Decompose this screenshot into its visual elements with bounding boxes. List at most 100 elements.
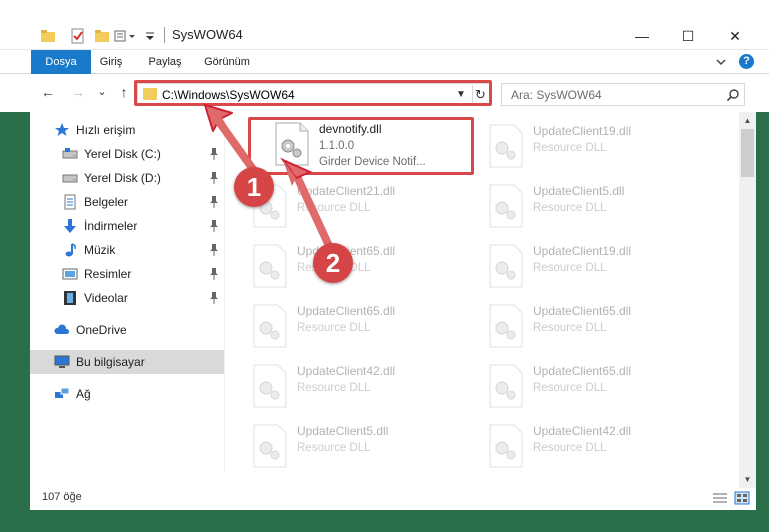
sidebar-item-label: Ağ [76,387,91,401]
file-description: Resource DLL [533,322,607,334]
search-icon[interactable] [726,88,740,102]
tab-home[interactable]: Giriş [94,50,128,74]
tab-share[interactable]: Paylaş [144,50,186,74]
file-description: Resource DLL [297,382,371,394]
file-name: UpdateClient19.dll [533,124,632,138]
close-button[interactable]: ✕ [712,22,758,50]
file-tile[interactable]: UpdateClient42.dll Resource DLL [461,418,691,472]
videos-icon [64,291,76,305]
file-tile[interactable]: UpdateClient65.dll Resource DLL [461,358,691,416]
dll-file-icon [253,244,287,288]
desktop-background-right [756,112,769,532]
dll-file-icon [489,184,523,228]
search-input[interactable]: Ara: SysWOW64 [501,83,745,106]
file-tile[interactable]: UpdateClient19.dll Resource DLL [461,118,691,176]
file-name: UpdateClient5.dll [533,184,625,198]
file-tile[interactable]: UpdateClient5.dll Resource DLL [225,418,455,472]
file-name: UpdateClient42.dll [297,364,396,378]
vertical-scrollbar[interactable]: ▲ ▼ [739,112,756,488]
documents-icon [64,194,76,210]
customize-toolbar-icon[interactable] [114,27,140,45]
tab-file[interactable]: Dosya [31,50,91,74]
details-view-icon[interactable] [712,491,728,505]
back-button[interactable]: ← [40,84,56,100]
pin-icon[interactable] [208,219,220,233]
pin-icon[interactable] [208,267,220,281]
new-folder-icon[interactable] [94,27,110,45]
pin-icon[interactable] [208,147,220,161]
file-tile[interactable]: UpdateClient65.dll Resource DLL [225,298,455,356]
sidebar-item-label: Videolar [84,291,128,305]
dropdown-arrow-icon[interactable] [144,27,156,45]
sidebar-item-onedrive[interactable]: OneDrive [30,318,224,342]
large-icons-view-icon[interactable] [734,491,750,505]
step-badge-2: 2 [313,243,353,283]
sidebar-item-music[interactable]: Müzik [30,238,224,262]
file-tile[interactable]: UpdateClient42.dll Resource DLL [225,358,455,416]
sidebar-item-label: Yerel Disk (C:) [84,147,161,161]
file-tile[interactable]: UpdateClient65.dll Resource DLL [461,298,691,356]
sidebar-item-pictures[interactable]: Resimler [30,262,224,286]
file-highlight [248,117,474,175]
sidebar-item-label: Hızlı erişim [76,123,136,137]
sidebar-item-network[interactable]: Ağ [30,382,224,406]
file-tile[interactable]: UpdateClient19.dll Resource DLL [461,238,691,296]
step-badge-1: 1 [234,167,274,207]
file-name: UpdateClient65.dll [297,304,396,318]
sidebar-item-videos[interactable]: Videolar [30,286,224,310]
dll-file-icon [489,424,523,468]
sidebar-item-disk-c[interactable]: Yerel Disk (C:) [30,142,224,166]
folder-icon[interactable] [40,27,56,45]
file-description: Resource DLL [533,262,607,274]
maximize-button[interactable]: ☐ [665,22,711,50]
properties-icon[interactable] [70,27,86,45]
sidebar-item-disk-d[interactable]: Yerel Disk (D:) [30,166,224,190]
desktop-background-bottom [0,510,769,532]
file-name: UpdateClient65.dll [533,304,632,318]
pin-icon[interactable] [208,195,220,209]
file-tile[interactable]: UpdateClient5.dll Resource DLL [461,178,691,236]
file-description: Resource DLL [297,202,371,214]
drive-icon [62,174,78,183]
up-button[interactable]: ↑ [116,84,132,100]
computer-icon [54,355,70,368]
pin-icon[interactable] [208,291,220,305]
help-button[interactable]: ? [739,54,754,69]
sidebar-item-this-pc[interactable]: Bu bilgisayar [30,350,224,374]
dll-file-icon [253,364,287,408]
sidebar-item-documents[interactable]: Belgeler [30,190,224,214]
music-icon [65,243,76,257]
ribbon: Dosya Giriş Paylaş Görünüm ? [0,50,769,74]
status-bar: 107 öğe [30,488,756,510]
file-description: Resource DLL [533,382,607,394]
sidebar-item-quick-access[interactable]: Hızlı erişim [30,118,224,142]
file-name: UpdateClient65.dll [533,364,632,378]
pin-icon[interactable] [208,171,220,185]
expand-ribbon-icon[interactable] [715,56,727,68]
recent-locations-button[interactable]: ⌄ [94,84,110,100]
sidebar-item-downloads[interactable]: İndirmeler [30,214,224,238]
dll-file-icon [489,364,523,408]
file-name: UpdateClient42.dll [533,424,632,438]
search-placeholder: Ara: SysWOW64 [511,88,602,102]
scroll-thumb[interactable] [741,129,754,177]
file-name: UpdateClient21.dll [297,184,396,198]
sidebar-item-label: Yerel Disk (D:) [84,171,161,185]
window-title: SysWOW64 [172,27,243,42]
file-name: UpdateClient19.dll [533,244,632,258]
minimize-button[interactable]: — [619,22,665,50]
scroll-down-button[interactable]: ▼ [739,471,756,488]
tab-view[interactable]: Görünüm [200,50,254,74]
pin-icon[interactable] [208,243,220,257]
scroll-up-button[interactable]: ▲ [739,112,756,129]
forward-button[interactable]: → [70,84,86,100]
desktop-background-left [0,112,30,532]
sidebar-item-label: İndirmeler [84,219,138,233]
address-highlight [134,80,492,106]
dll-file-icon [489,124,523,168]
file-description: Resource DLL [533,442,607,454]
file-description: Resource DLL [297,322,371,334]
sidebar-item-label: Müzik [84,243,116,257]
network-icon [55,387,70,398]
download-icon [64,219,76,233]
